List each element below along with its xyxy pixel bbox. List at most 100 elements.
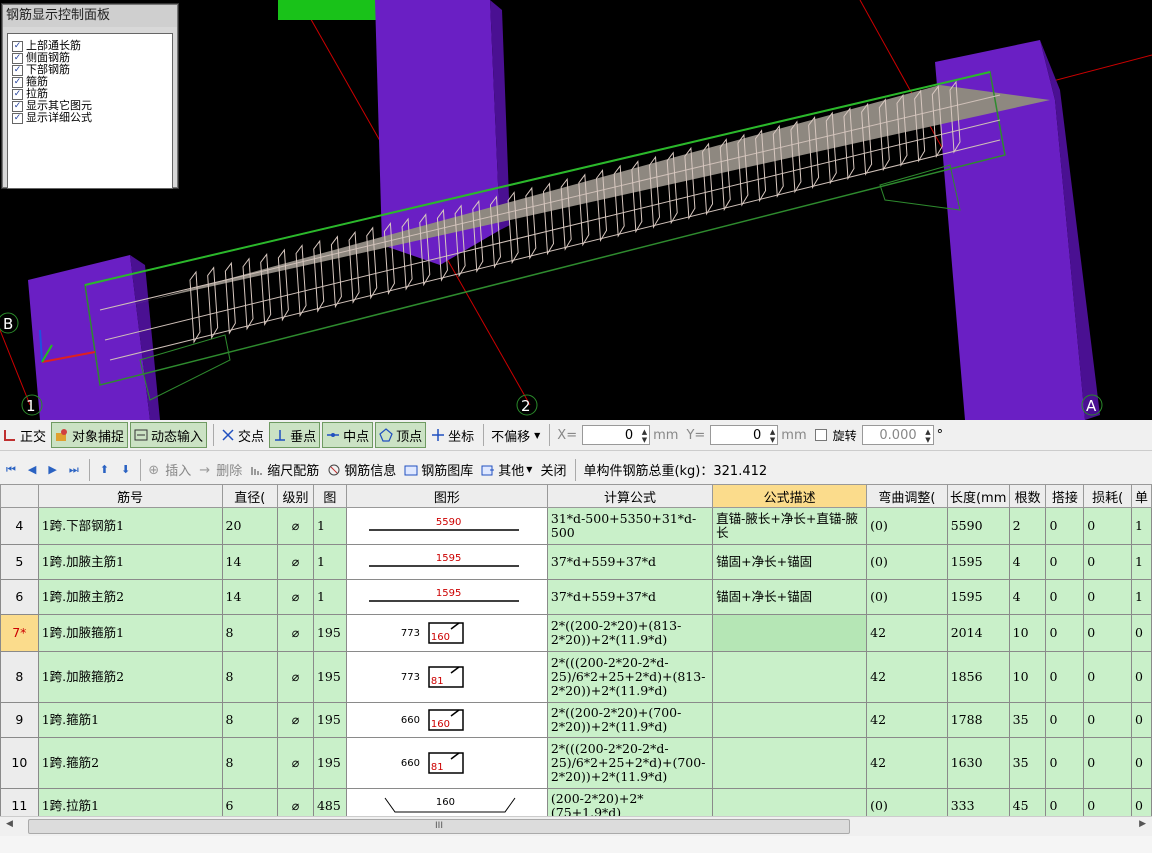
move-down-icon[interactable]: ⬇ [121,463,130,476]
table-row[interactable]: 4 1跨.下部钢筋1 20 ⌀ 1 5590 31*d-500+5350+31*d-500 直… [0,507,1152,545]
x-input[interactable]: 0 ▲ ▼ [582,425,651,445]
cell-description[interactable] [712,788,868,816]
spinner-icon[interactable]: ▲ ▼ [925,428,930,444]
checkbox-icon[interactable]: ✓ [12,52,23,64]
cell-unit[interactable]: 0 [1131,702,1152,738]
checkbox-icon[interactable]: ✓ [12,76,23,88]
col-header[interactable]: 筋号 [37,484,223,508]
cell-diameter[interactable]: 8 [221,737,279,789]
cell-diameter[interactable]: 6 [221,788,279,816]
cell-formula[interactable]: 2*(((200-2*20-2*d-25)/6*2+25+2*d)+(700-2… [546,737,714,789]
next-record-icon[interactable]: ▶ [48,463,56,476]
panel-item[interactable]: ✓ 显示详细公式 [8,112,172,124]
orthogonal-button[interactable]: 正交 [0,423,49,447]
cell-figure[interactable]: 195 [312,651,347,703]
col-header[interactable]: 弯曲调整( [866,484,948,508]
cell-formula[interactable]: 2*(((200-2*20-2*d-25)/6*2+25+2*d)+(813-2… [546,651,714,703]
col-header[interactable]: 计算公式 [546,484,714,508]
cell-shape[interactable]: 81 773 [345,651,548,703]
dynamic-input-button[interactable]: 动态输入 [130,422,208,448]
cell-grade[interactable]: ⌀ [277,507,314,545]
checkbox-icon[interactable]: ✓ [12,40,23,52]
cell-unit[interactable]: 1 [1131,507,1152,545]
cell-name[interactable]: 1跨.箍筋2 [37,737,223,789]
cell-loss[interactable]: 0 [1083,579,1133,615]
cell-lap[interactable]: 0 [1045,579,1085,615]
midpoint-button[interactable]: 中点 [322,422,374,448]
cell-shape[interactable]: 1595 [345,544,548,580]
cell-lap[interactable]: 0 [1045,614,1085,652]
cell-shape[interactable]: 5590 [345,507,548,545]
insert-button[interactable]: ⊕ 插入 [145,458,194,482]
cell-formula[interactable]: 31*d-500+5350+31*d-500 [546,507,714,545]
col-header[interactable]: 根数 [1008,484,1047,508]
cell-shape[interactable]: 1595 [345,579,548,615]
last-record-icon[interactable]: ⏭ [69,463,79,477]
cell-description[interactable]: 锚固+净长+锚固 [712,579,868,615]
coordinate-button[interactable]: 坐标 [428,423,477,447]
cell-grade[interactable]: ⌀ [277,737,314,789]
cell-diameter[interactable]: 8 [221,702,279,738]
table-row[interactable]: 6 1跨.加腋主筋2 14 ⌀ 1 1595 37*d+559+37*d 锚固+净长+锚固 (0… [0,579,1152,615]
cell-length[interactable]: 2014 [946,614,1010,652]
col-header[interactable]: 长度(mm [946,484,1010,508]
first-record-icon[interactable]: ⏮ [6,463,16,477]
col-header[interactable]: 图 [312,484,347,508]
cell-shape[interactable]: 160 773 [345,614,548,652]
scale-rebar-button[interactable]: 缩尺配筋 [247,458,322,482]
cell-count[interactable]: 35 [1008,702,1047,738]
row-number[interactable]: 6 [0,579,39,615]
cell-figure[interactable]: 195 [312,614,347,652]
row-number[interactable]: 8 [0,651,39,703]
3d-viewport[interactable]: B 1 2 A 钢筋显示控制面板 ✓ 上部通长筋 ✓ 侧面钢筋 ✓ 下部钢筋 ✓ 箍筋 ✓ 拉筋 ✓… [0,0,1152,420]
cell-count[interactable]: 2 [1008,507,1047,545]
col-header[interactable]: 搭接 [1045,484,1085,508]
cell-figure[interactable]: 1 [312,507,347,545]
row-number[interactable]: 7* [0,614,39,652]
cell-figure[interactable]: 195 [312,737,347,789]
cell-loss[interactable]: 0 [1083,544,1133,580]
cell-bend-adjust[interactable]: (0) [866,544,948,580]
intersection-button[interactable]: 交点 [218,423,267,447]
cell-diameter[interactable]: 14 [221,579,279,615]
cell-lap[interactable]: 0 [1045,651,1085,703]
cell-name[interactable]: 1跨.加腋箍筋1 [37,614,223,652]
rebar-library-button[interactable]: 钢筋图库 [401,458,476,482]
cell-loss[interactable]: 0 [1083,614,1133,652]
table-row[interactable]: 7* 1跨.加腋箍筋1 8 ⌀ 195 160 773 2*((200-2*20)+(813-… [0,614,1152,652]
col-header[interactable]: 损耗( [1083,484,1133,508]
other-menu[interactable]: 其他 ▼ [478,458,535,482]
scroll-thumb[interactable]: III [28,819,850,834]
cell-loss[interactable]: 0 [1083,702,1133,738]
cell-bend-adjust[interactable]: 42 [866,651,948,703]
rebar-info-button[interactable]: 钢筋信息 [324,458,399,482]
cell-count[interactable]: 4 [1008,579,1047,615]
cell-shape[interactable]: 160 [345,788,548,816]
offset-select[interactable]: 不偏移 ▼ [488,423,543,447]
cell-bend-adjust[interactable]: (0) [866,579,948,615]
cell-length[interactable]: 333 [946,788,1010,816]
cell-lap[interactable]: 0 [1045,507,1085,545]
cell-shape[interactable]: 81 660 [345,737,548,789]
table-row[interactable]: 8 1跨.加腋箍筋2 8 ⌀ 195 81 773 2*(((200-2*20-2*d-25)… [0,651,1152,703]
cell-loss[interactable]: 0 [1083,507,1133,545]
cell-figure[interactable]: 1 [312,544,347,580]
cell-bend-adjust[interactable]: 42 [866,702,948,738]
horizontal-scrollbar[interactable]: ◀ III ▶ [0,816,1152,835]
cell-lap[interactable]: 0 [1045,702,1085,738]
cell-length[interactable]: 1788 [946,702,1010,738]
cell-unit[interactable]: 0 [1131,737,1152,789]
row-number[interactable]: 4 [0,507,39,545]
cell-count[interactable]: 10 [1008,651,1047,703]
cell-count[interactable]: 35 [1008,737,1047,789]
cell-length[interactable]: 1856 [946,651,1010,703]
table-row[interactable]: 11 1跨.拉筋1 6 ⌀ 485 160 (200-2*20)+2*(75+1.9*d) (… [0,788,1152,816]
checkbox-icon[interactable]: ✓ [12,88,23,100]
delete-button[interactable]: → 删除 [196,458,245,482]
rotate-checkbox[interactable]: 旋转 [812,423,860,447]
cell-description[interactable] [712,737,868,789]
row-number[interactable]: 9 [0,702,39,738]
col-header[interactable]: 图形 [345,484,548,508]
cell-length[interactable]: 5590 [946,507,1010,545]
cell-grade[interactable]: ⌀ [277,788,314,816]
